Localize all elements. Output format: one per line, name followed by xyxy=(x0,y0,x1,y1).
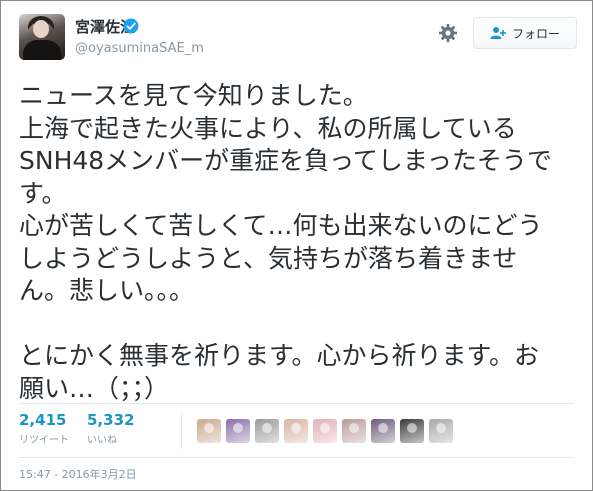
like-stat[interactable]: 5,332 いいね xyxy=(87,411,134,446)
gear-icon[interactable] xyxy=(438,23,458,43)
follow-button[interactable]: フォロー xyxy=(473,17,577,49)
tweet-line: しようどうしようと、気持ちが落ち着きませ xyxy=(19,243,518,273)
liker-avatar[interactable] xyxy=(429,419,453,443)
add-user-icon xyxy=(490,27,506,39)
tweet-line: 上海で起きた火事により、私の所属している xyxy=(19,113,517,143)
liker-avatar[interactable] xyxy=(313,419,337,443)
retweet-stat[interactable]: 2,415 リツイート xyxy=(19,411,69,446)
tweet-line: 願い…（；；） xyxy=(19,373,170,403)
tweet-line: 心が苦しくて苦しくて…何も出来ないのにどう xyxy=(19,211,543,240)
verified-badge-icon xyxy=(123,18,139,34)
liker-avatar[interactable] xyxy=(371,419,395,443)
retweet-count: 2,415 xyxy=(19,411,67,429)
divider xyxy=(19,403,574,404)
liker-avatars xyxy=(197,419,458,443)
liker-avatar[interactable] xyxy=(342,419,366,443)
follow-label: フォロー xyxy=(511,26,560,41)
retweet-label: リツイート xyxy=(19,435,69,446)
liker-avatar[interactable] xyxy=(284,419,308,443)
avatar-body xyxy=(23,40,61,60)
liker-avatar[interactable] xyxy=(400,419,424,443)
tweet-line: とにかく無事を祈ります。心から祈ります。お xyxy=(19,341,540,370)
tweet-line: ニュースを見て今知りました。 xyxy=(19,81,368,110)
liker-avatar[interactable] xyxy=(226,419,250,443)
divider xyxy=(19,457,574,458)
liker-avatar[interactable] xyxy=(197,419,221,443)
avatar-face xyxy=(33,20,49,38)
tweet-timestamp[interactable]: 15:47 - 2016年3月2日 xyxy=(19,466,137,482)
tweet-line: す。 xyxy=(19,178,67,208)
user-handle[interactable]: @oyasuminaSAE_m xyxy=(75,41,204,56)
tweet-line: SNH48メンバーが重症を負ってしまったそうで xyxy=(19,146,552,175)
liker-avatar[interactable] xyxy=(255,419,279,443)
like-count: 5,332 xyxy=(87,411,135,429)
tweet-line: ん。悲しい。。。 xyxy=(19,276,195,305)
tweet-card: 宮澤佐江 @oyasuminaSAE_m フォロー ニュースを見て今知りました。 xyxy=(0,0,593,491)
like-label: いいね xyxy=(87,435,117,446)
tweet-text: ニュースを見て今知りました。 上海で起きた火事により、私の所属している SNH4… xyxy=(19,80,585,405)
avatar[interactable] xyxy=(19,14,65,60)
stats-divider xyxy=(181,413,182,449)
